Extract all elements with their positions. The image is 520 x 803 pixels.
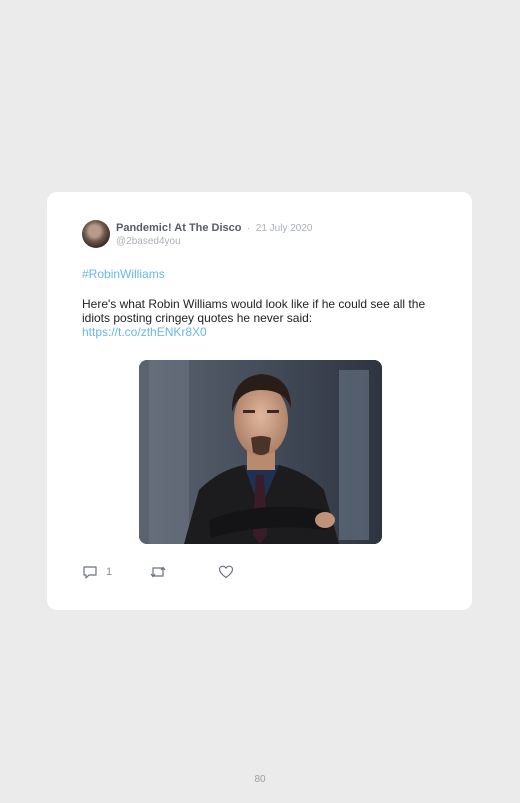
like-button[interactable] — [218, 564, 234, 580]
retweet-button[interactable] — [149, 564, 167, 580]
tweet-body: Here's what Robin Williams would look li… — [82, 297, 426, 325]
hashtag-link[interactable]: #RobinWilliams — [82, 267, 165, 281]
separator: · — [246, 223, 251, 234]
heart-icon — [218, 565, 234, 579]
tweet-date[interactable]: 21 July 2020 — [256, 223, 313, 234]
avatar[interactable] — [82, 220, 110, 248]
reply-icon — [83, 566, 97, 579]
page-number: 80 — [254, 774, 266, 785]
retweet-icon — [150, 566, 166, 578]
tweet-card: Pandemic! At The Disco · 21 July 2020 @2… — [47, 192, 472, 610]
author-handle[interactable]: @2based4you — [116, 235, 312, 248]
tweet-link[interactable]: https://t.co/zthENKr8X0 — [82, 325, 442, 339]
man-portrait-image — [139, 360, 382, 544]
tweet-text: Here's what Robin Williams would look li… — [82, 297, 442, 339]
tweet-media-image[interactable] — [139, 360, 382, 544]
tweet-header: Pandemic! At The Disco · 21 July 2020 @2… — [82, 220, 312, 248]
author-name[interactable]: Pandemic! At The Disco — [116, 222, 242, 234]
reply-button[interactable]: 1 — [82, 564, 112, 580]
tweet-meta: Pandemic! At The Disco · 21 July 2020 @2… — [116, 220, 312, 248]
reply-count: 1 — [106, 566, 113, 578]
